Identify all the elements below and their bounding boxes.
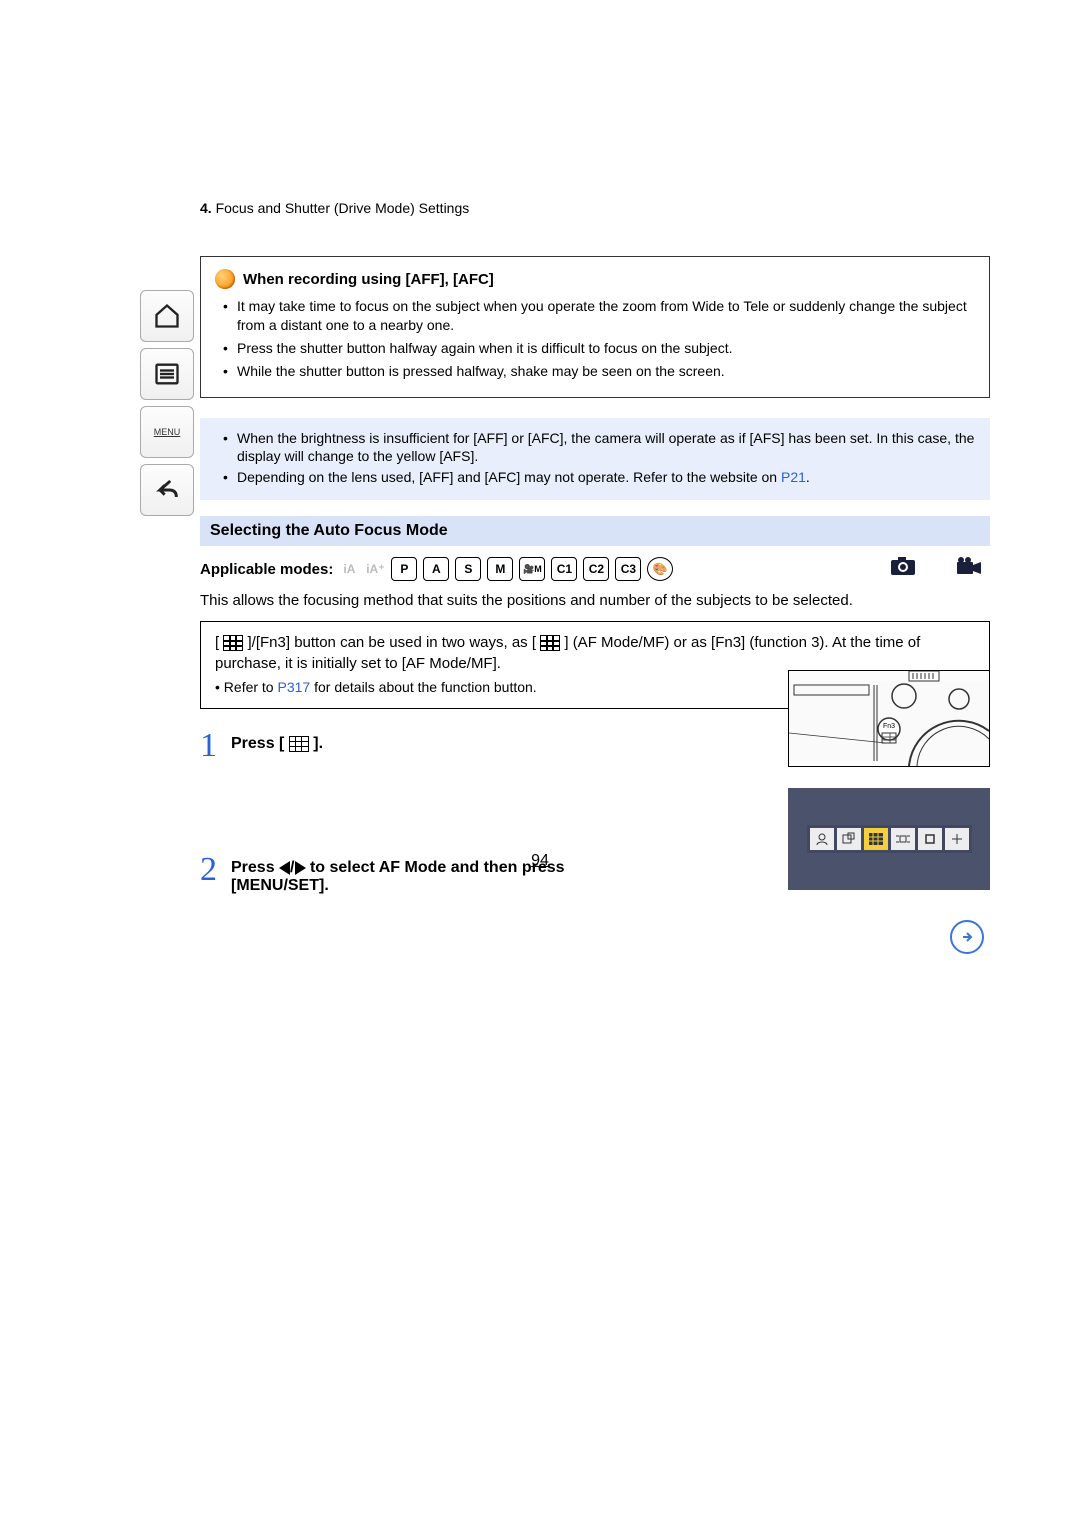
step-number: 1 [200,729,217,763]
info-box: When the brightness is insufficient for … [200,418,990,501]
breadcrumb: 4. Focus and Shutter (Drive Mode) Settin… [200,200,990,216]
af-face-icon [810,828,834,850]
step-text-part: ]. [309,735,323,752]
mode-creative-control-icon: 🎨 [647,557,673,581]
af-grid-icon [223,635,243,651]
fn-sub-text: Refer to [224,679,278,695]
info-item: When the brightness is insufficient for … [227,429,975,467]
mode-a-icon: A [423,557,449,581]
home-icon [153,302,181,330]
section-heading: Selecting the Auto Focus Mode [200,516,990,546]
step-text: Press [ ]. [231,729,323,753]
af-grid-icon [540,635,560,651]
tip-icon [215,269,235,289]
af-grid-icon [289,736,309,752]
note-item: While the shutter button is pressed half… [227,362,975,381]
info-text: . [806,469,810,485]
arrow-right-icon [295,861,306,875]
mode-ia-icon: iA [339,558,359,580]
af-1area-icon [918,828,942,850]
af-pinpoint-icon [945,828,969,850]
menu-label: MENU [154,427,181,437]
video-icon [956,556,982,582]
note-item: Press the shutter button halfway again w… [227,339,975,358]
mode-c2-icon: C2 [583,557,609,581]
af-mode-strip [807,825,972,853]
fn-sub-text: for details about the function button. [310,679,537,695]
mode-m-icon: M [487,557,513,581]
fn-text: [ [215,634,223,651]
note-item: It may take time to focus on the subject… [227,297,975,335]
af-mode-screen-illustration [788,788,990,890]
list-icon [153,360,181,388]
camera-icon [890,556,916,582]
fn-text: ]/[Fn3] button can be used in two ways, … [243,634,540,651]
af-multi-icon [864,828,888,850]
info-list: When the brightness is insufficient for … [215,429,975,488]
step-text-part: Press [ [231,735,289,752]
toc-button[interactable] [140,348,194,400]
mode-s-icon: S [455,557,481,581]
mode-c1-icon: C1 [551,557,577,581]
mode-c3-icon: C3 [615,557,641,581]
home-button[interactable] [140,290,194,342]
af-tracking-icon [837,828,861,850]
applicable-label: Applicable modes: [200,561,333,578]
applicable-modes-row: Applicable modes: iA iA⁺ P A S M 🎥M C1 C… [200,556,990,582]
menu-button[interactable]: MENU [140,406,194,458]
recording-notes-box: When recording using [AFF], [AFC] It may… [200,256,990,398]
note-title-text: When recording using [AFF], [AFC] [243,271,494,288]
chapter-title: Focus and Shutter (Drive Mode) Settings [216,200,470,216]
back-icon [153,476,181,504]
arrow-right-circle-icon [959,929,975,945]
fn3-label: Fn3 [883,723,895,730]
step-text-part: Press [231,859,279,876]
arrow-left-icon [279,861,290,875]
back-button[interactable] [140,464,194,516]
step-number: 2 [200,853,217,887]
sidebar-nav: MENU [140,290,192,516]
mode-p-icon: P [391,557,417,581]
mode-iaplus-icon: iA⁺ [365,558,385,580]
page-link-p317[interactable]: P317 [278,679,311,695]
section-body: This allows the focusing method that sui… [200,590,990,611]
continue-arrow[interactable] [950,920,984,954]
camera-back-illustration: Fn3 [788,670,990,767]
mode-creative-video-icon: 🎥M [519,557,545,581]
info-text: Depending on the lens used, [AFF] and [A… [237,469,781,485]
note-title-row: When recording using [AFF], [AFC] [215,269,975,289]
info-item: Depending on the lens used, [AFF] and [A… [227,468,975,487]
note-list: It may take time to focus on the subject… [215,297,975,381]
chapter-number: 4. [200,200,212,216]
page-link-p21[interactable]: P21 [781,469,806,485]
page-number: 94 [531,852,549,870]
af-1area-lines-icon [891,828,915,850]
step-text: Press / to select AF Mode and then press… [231,853,631,895]
